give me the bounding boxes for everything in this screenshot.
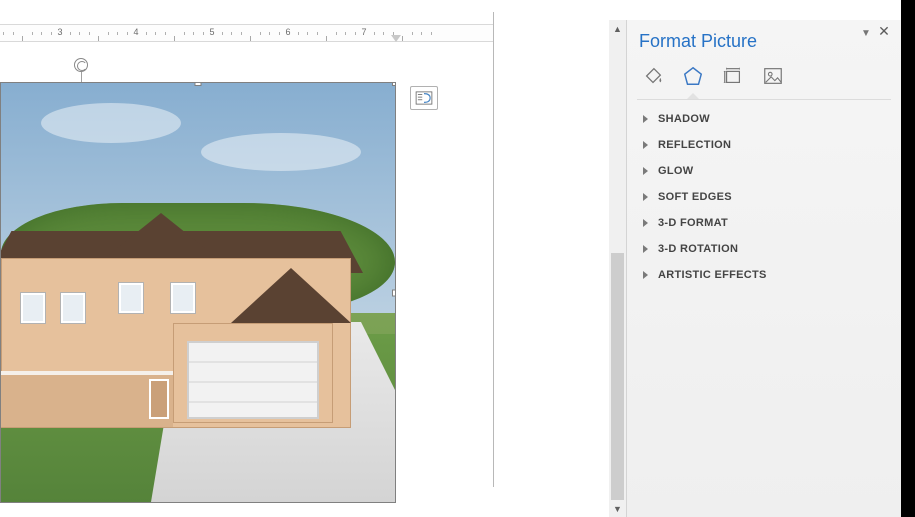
scrollbar-thumb[interactable] [611, 253, 624, 500]
tab-layout-and-properties[interactable] [719, 62, 747, 90]
section-soft-edges[interactable]: SOFT EDGES [635, 184, 893, 210]
tab-picture[interactable] [759, 62, 787, 90]
section-3d-rotation[interactable]: 3-D ROTATION [635, 236, 893, 262]
document-area[interactable]: 34567 [0, 0, 494, 517]
section-3d-format[interactable]: 3-D FORMAT [635, 210, 893, 236]
section-shadow[interactable]: SHADOW [635, 106, 893, 132]
pane-options-dropdown[interactable]: ▼ [861, 28, 871, 38]
section-label: GLOW [658, 165, 693, 177]
disclosure-triangle-icon [643, 193, 648, 201]
pane-header: Format Picture ▼ ✕ [627, 20, 901, 56]
vertical-scrollbar[interactable]: ▲ ▼ [609, 20, 626, 517]
size-properties-icon [722, 65, 744, 87]
section-label: REFLECTION [658, 139, 731, 151]
disclosure-triangle-icon [643, 115, 648, 123]
pane-close-button[interactable]: ✕ [877, 24, 891, 38]
tab-effects[interactable] [679, 62, 707, 90]
scroll-up-button[interactable]: ▲ [609, 20, 626, 37]
layout-options-button[interactable] [410, 86, 438, 110]
selected-picture[interactable] [0, 82, 396, 503]
picture-door [149, 379, 169, 419]
rotation-handle-stem [81, 72, 82, 82]
section-reflection[interactable]: REFLECTION [635, 132, 893, 158]
section-label: SOFT EDGES [658, 191, 732, 203]
disclosure-triangle-icon [643, 141, 648, 149]
disclosure-triangle-icon [643, 271, 648, 279]
section-label: 3-D FORMAT [658, 217, 728, 229]
scrollbar-track[interactable] [609, 37, 626, 500]
picture-window [21, 293, 45, 323]
disclosure-triangle-icon [643, 245, 648, 253]
selection-handle-top[interactable] [195, 82, 202, 86]
tab-fill-and-line[interactable] [639, 62, 667, 90]
effects-sections-list: SHADOW REFLECTION GLOW SOFT EDGES 3-D FO… [627, 100, 901, 294]
picture-window [119, 283, 143, 313]
section-label: SHADOW [658, 113, 710, 125]
pane-category-tabs [627, 56, 901, 100]
paint-bucket-icon [642, 65, 664, 87]
scroll-down-button[interactable]: ▼ [609, 500, 626, 517]
section-glow[interactable]: GLOW [635, 158, 893, 184]
picture-window [61, 293, 85, 323]
app-window: 34567 [0, 0, 915, 517]
disclosure-triangle-icon [643, 167, 648, 175]
pane-title: Format Picture [639, 31, 757, 52]
disclosure-triangle-icon [643, 219, 648, 227]
window-right-border [901, 0, 915, 517]
picture-icon [762, 65, 784, 87]
rotation-handle-icon[interactable] [74, 58, 88, 72]
section-label: 3-D ROTATION [658, 243, 738, 255]
picture-porch [1, 371, 173, 427]
pentagon-effects-icon [682, 65, 704, 87]
layout-options-icon [415, 91, 433, 105]
picture-window [171, 283, 195, 313]
selection-handle-top-right[interactable] [392, 82, 396, 86]
picture-garage-door [187, 341, 319, 419]
section-artistic-effects[interactable]: ARTISTIC EFFECTS [635, 262, 893, 288]
format-picture-pane: Format Picture ▼ ✕ [626, 20, 901, 517]
selection-handle-right[interactable] [392, 289, 396, 296]
section-label: ARTISTIC EFFECTS [658, 269, 767, 281]
